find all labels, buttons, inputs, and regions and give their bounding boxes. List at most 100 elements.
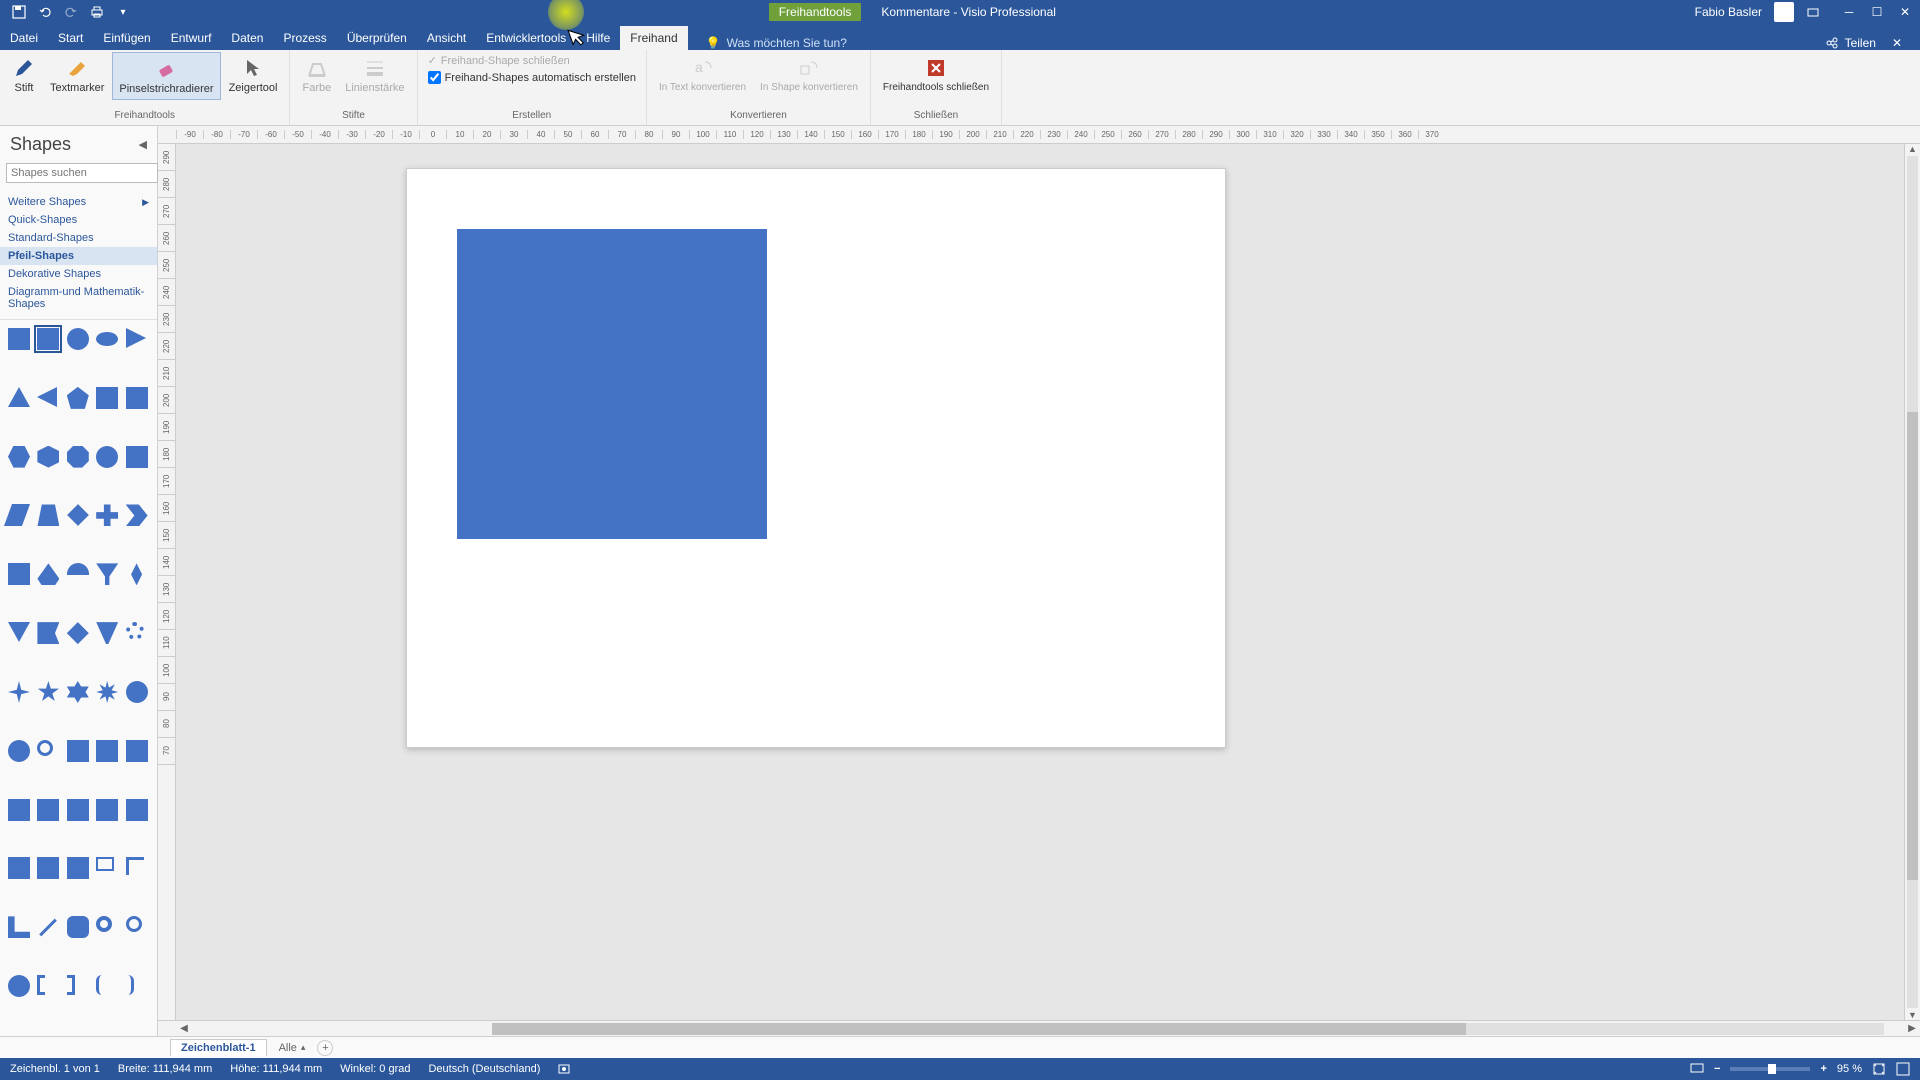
shape-diamond2[interactable]: [67, 622, 89, 644]
shape-brace-r[interactable]: [126, 975, 134, 995]
shape-drop[interactable]: [37, 563, 59, 585]
cat-dekorativ[interactable]: Dekorative Shapes: [0, 265, 157, 283]
stift-button[interactable]: Stift: [6, 52, 42, 98]
shape-triangle-down[interactable]: [8, 622, 30, 642]
auto-create-checkbox[interactable]: Freihand-Shapes automatisch erstellen: [424, 69, 640, 86]
menu-start[interactable]: Start: [48, 26, 93, 50]
scroll-up-icon[interactable]: ▲: [1905, 144, 1920, 154]
shape-L[interactable]: [8, 916, 30, 938]
tell-me-search[interactable]: 💡 Was möchten Sie tun?: [706, 36, 847, 50]
shape-flag[interactable]: [37, 622, 59, 644]
shape-parallelogram[interactable]: [4, 504, 30, 526]
shape-triangle-up[interactable]: [8, 387, 30, 407]
shape-circle3[interactable]: [8, 740, 30, 762]
undo-icon[interactable]: [38, 5, 52, 19]
shape-ellipse[interactable]: [96, 332, 118, 346]
pinselstrichradierer-button[interactable]: Pinselstrichradierer: [112, 52, 220, 100]
shape-star6[interactable]: [67, 681, 89, 703]
shape-bracket-r[interactable]: [67, 975, 75, 995]
fit-page-icon[interactable]: [1872, 1062, 1886, 1076]
shape-item[interactable]: [8, 563, 30, 585]
shape-item[interactable]: [67, 740, 89, 762]
blue-square-shape[interactable]: [457, 229, 767, 539]
menu-freihand[interactable]: Freihand: [620, 26, 687, 50]
menu-datei[interactable]: Datei: [0, 26, 48, 50]
collapse-panel-icon[interactable]: ◀: [139, 138, 147, 151]
scroll-left-icon[interactable]: ◀: [176, 1023, 192, 1034]
shape-corner[interactable]: [126, 857, 144, 875]
shape-chevron[interactable]: [126, 504, 148, 526]
shape-bracket-l[interactable]: [37, 975, 45, 995]
menu-ueberpruefen[interactable]: Überprüfen: [337, 26, 417, 50]
zoom-out-icon[interactable]: −: [1714, 1063, 1720, 1075]
shape-item[interactable]: [8, 857, 30, 879]
menu-daten[interactable]: Daten: [221, 26, 273, 50]
menu-einfuegen[interactable]: Einfügen: [93, 26, 160, 50]
customize-qat-icon[interactable]: ▾: [116, 5, 130, 19]
zoom-slider[interactable]: [1730, 1067, 1810, 1071]
print-icon[interactable]: [90, 5, 104, 19]
zeigertool-button[interactable]: Zeigertool: [223, 52, 284, 98]
drawing-page[interactable]: [406, 168, 1226, 748]
shape-circle2[interactable]: [96, 446, 118, 468]
status-language[interactable]: Deutsch (Deutschland): [428, 1063, 540, 1075]
fit-window-icon[interactable]: [1896, 1062, 1910, 1076]
shape-item[interactable]: [67, 799, 89, 821]
shape-line[interactable]: [40, 919, 58, 937]
shape-funnel2[interactable]: [96, 622, 118, 644]
cat-standard[interactable]: Standard-Shapes: [0, 229, 157, 247]
close-freihandtools-button[interactable]: Freihandtools schließen: [877, 52, 995, 97]
shape-star8[interactable]: [96, 681, 118, 703]
shape-circle4[interactable]: [8, 975, 30, 997]
shape-item[interactable]: [96, 740, 118, 762]
shape-circle[interactable]: [67, 328, 89, 350]
shape-item[interactable]: [126, 799, 148, 821]
redo-icon[interactable]: [64, 5, 78, 19]
shape-item[interactable]: [37, 740, 53, 756]
shape-item[interactable]: [126, 740, 148, 762]
shape-item[interactable]: [37, 799, 59, 821]
cat-diagramm[interactable]: Diagramm-und Mathematik-Shapes: [0, 283, 157, 313]
cat-pfeil[interactable]: Pfeil-Shapes: [0, 247, 157, 265]
shape-hexagon[interactable]: [8, 446, 30, 468]
shape-funnel[interactable]: [96, 563, 118, 585]
shape-star5[interactable]: [37, 681, 59, 703]
shape-trapezoid[interactable]: [37, 504, 59, 526]
macro-record-icon[interactable]: [558, 1063, 570, 1075]
shape-item[interactable]: [37, 857, 59, 879]
add-page-button[interactable]: +: [317, 1040, 333, 1056]
shape-triangle-left[interactable]: [37, 387, 57, 407]
shape-star4[interactable]: [8, 681, 30, 703]
shape-rounded[interactable]: [67, 916, 89, 938]
avatar[interactable]: [1774, 2, 1794, 22]
shape-item[interactable]: [67, 857, 89, 879]
shape-triangle-right[interactable]: [126, 328, 146, 348]
shape-item[interactable]: [8, 799, 30, 821]
vscroll-thumb[interactable]: [1907, 412, 1918, 881]
shape-square[interactable]: [8, 328, 30, 350]
page-tab-1[interactable]: Zeichenblatt-1: [170, 1039, 267, 1056]
zoom-thumb[interactable]: [1768, 1064, 1776, 1074]
menu-entwicklertools[interactable]: Entwicklertools: [476, 26, 576, 50]
hscroll-thumb[interactable]: [492, 1023, 1466, 1035]
auto-create-check[interactable]: [428, 71, 441, 84]
scroll-right-icon[interactable]: ▶: [1904, 1023, 1920, 1034]
hscrollbar[interactable]: [492, 1023, 1884, 1035]
page-tab-all[interactable]: Alle ▴: [279, 1042, 306, 1054]
shape-octagon[interactable]: [67, 446, 89, 468]
menu-entwurf[interactable]: Entwurf: [161, 26, 222, 50]
menu-prozess[interactable]: Prozess: [273, 26, 336, 50]
menu-ansicht[interactable]: Ansicht: [417, 26, 476, 50]
shape-item[interactable]: [96, 387, 118, 409]
shape-hexagon2[interactable]: [37, 446, 59, 468]
shapes-search-input[interactable]: [6, 163, 158, 183]
shape-gear[interactable]: [126, 622, 144, 640]
close-icon[interactable]: ✕: [1898, 5, 1912, 19]
shape-burst[interactable]: [126, 681, 148, 703]
cat-quick[interactable]: Quick-Shapes: [0, 211, 157, 229]
shape-diamond[interactable]: [67, 505, 89, 527]
minimize-icon[interactable]: ─: [1842, 5, 1856, 19]
presentation-mode-icon[interactable]: [1690, 1062, 1704, 1076]
shape-cylinder[interactable]: [126, 446, 148, 468]
vscrollbar[interactable]: [1907, 156, 1918, 1008]
